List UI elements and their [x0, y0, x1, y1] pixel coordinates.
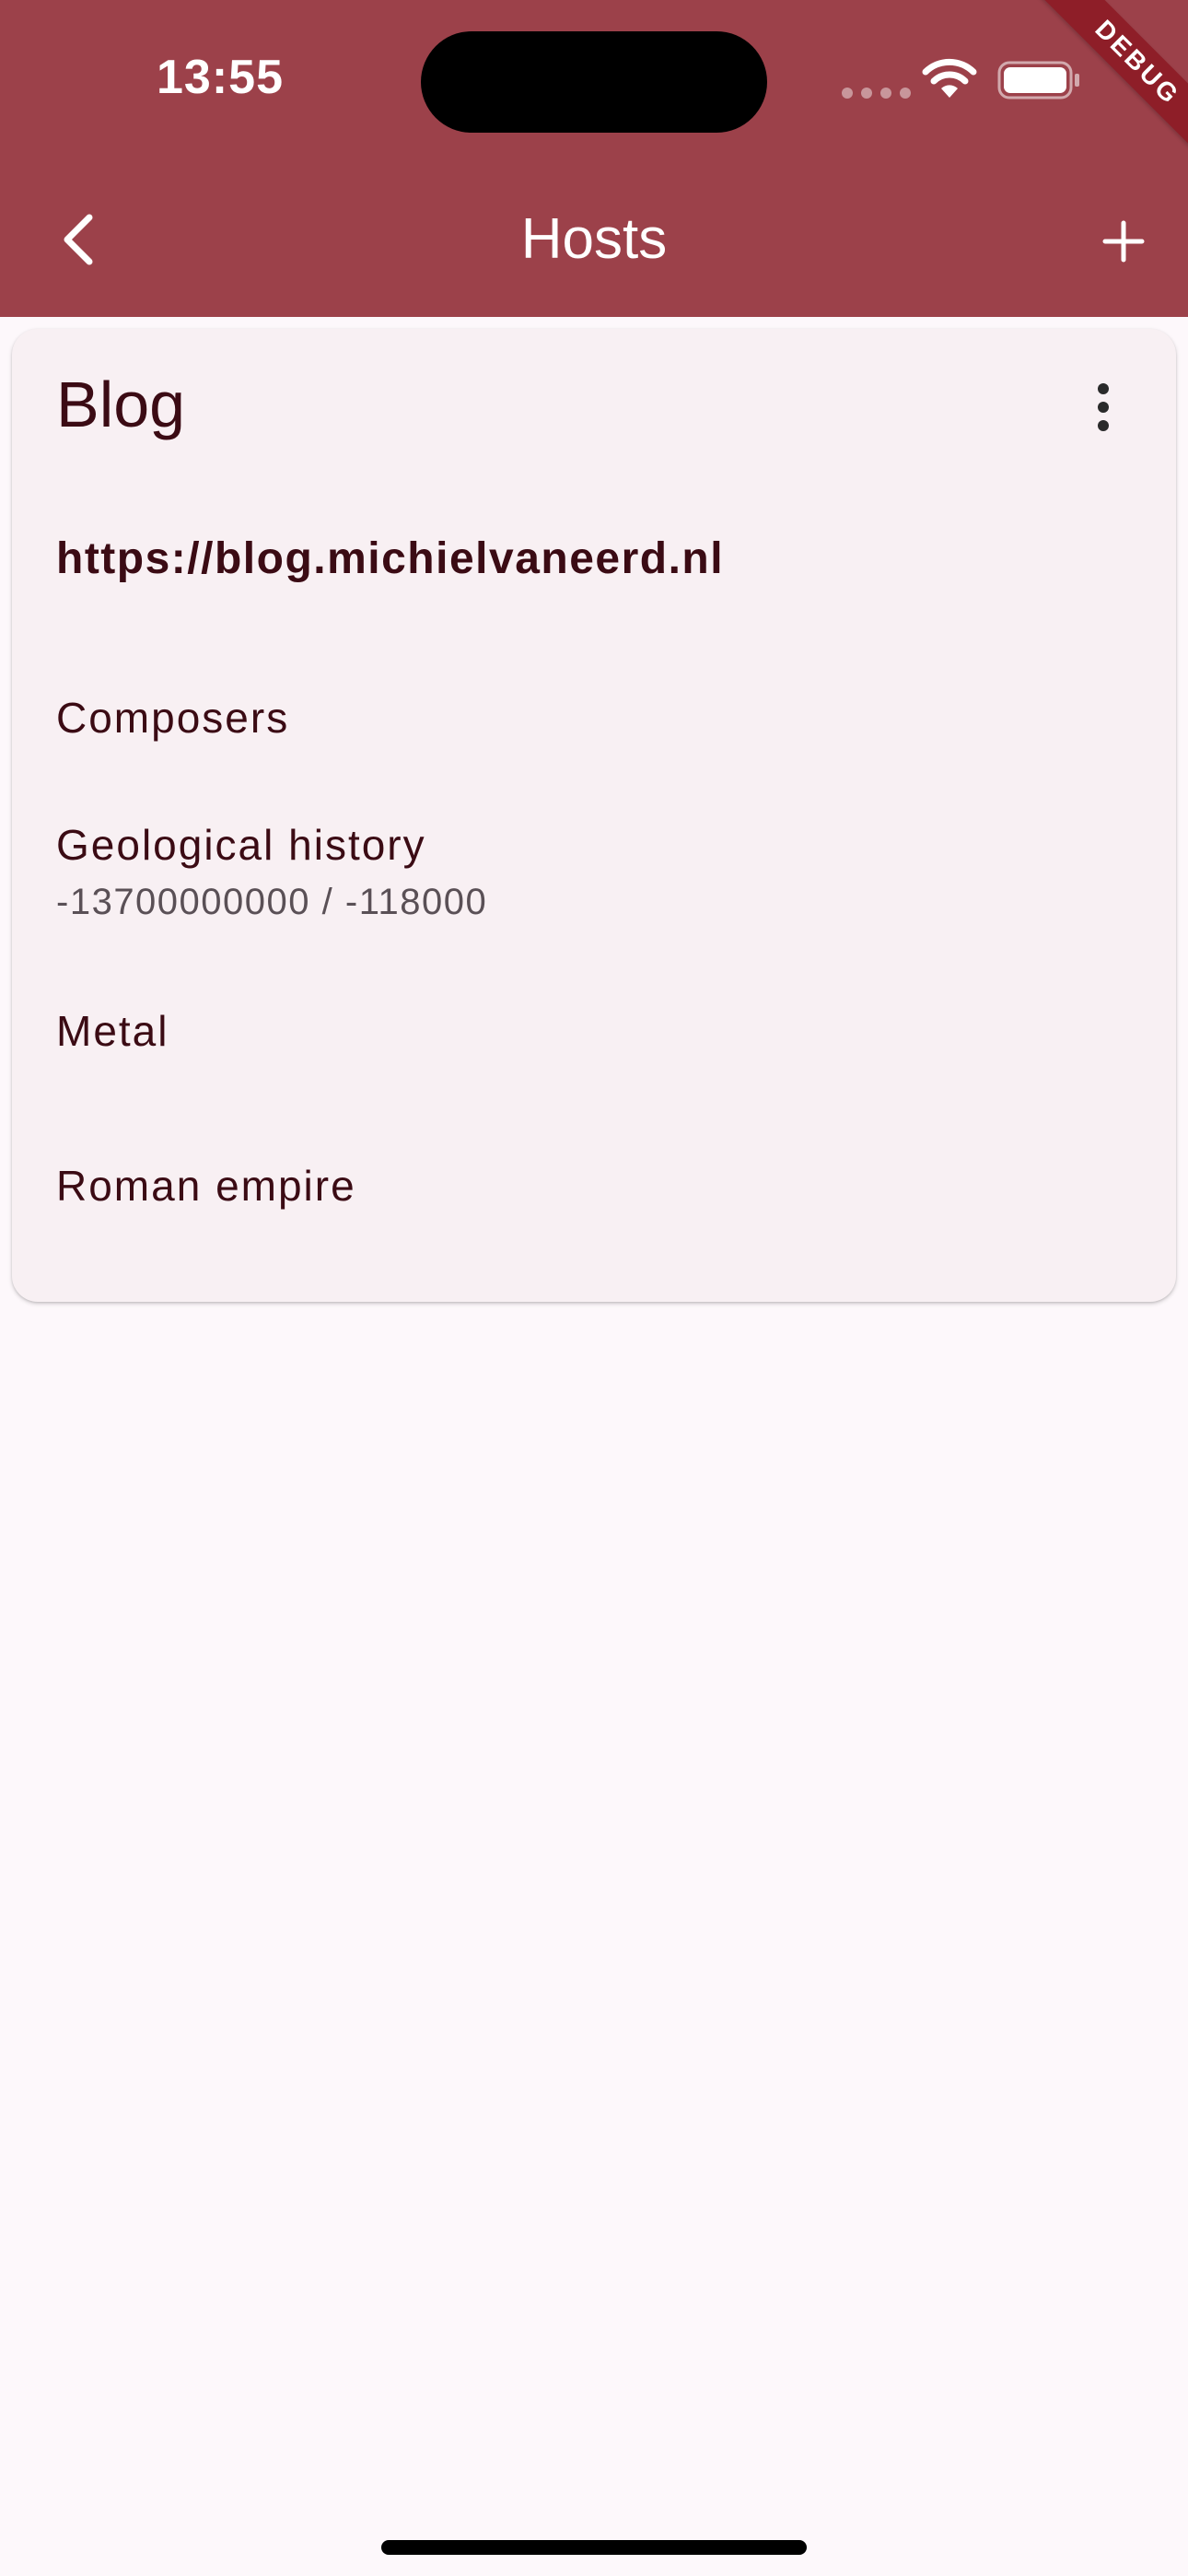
host-title: Blog	[56, 369, 186, 440]
dynamic-island	[421, 31, 767, 133]
host-card: Blog https://blog.michielvaneerd.nl Comp…	[12, 329, 1176, 1302]
plus-icon	[1102, 220, 1145, 263]
status-time: 13:55	[157, 51, 284, 104]
app-bar: 13:55 DEBUG Hosts	[0, 0, 1188, 317]
list-item-roman-empire[interactable]: Roman empire	[12, 1121, 1176, 1278]
list-item-composers[interactable]: Composers	[12, 661, 1176, 790]
list-item-label: Roman empire	[56, 1162, 356, 1210]
battery-icon	[997, 61, 1079, 100]
list-item-label: Composers	[56, 694, 290, 742]
cellular-signal-icon	[842, 88, 911, 99]
host-url: https://blog.michielvaneerd.nl	[56, 534, 725, 583]
home-indicator	[381, 2540, 807, 2555]
list-item-label: Geological history	[56, 821, 426, 869]
more-options-button[interactable]	[1080, 375, 1126, 439]
page-title: Hosts	[520, 207, 668, 271]
list-item-subtitle: -13700000000 / -118000	[56, 882, 488, 922]
list-item-metal[interactable]: Metal	[12, 965, 1176, 1121]
wifi-icon	[922, 58, 977, 98]
more-vertical-icon	[1098, 383, 1109, 394]
add-host-button[interactable]	[1087, 205, 1160, 278]
list-item-label: Metal	[56, 1007, 169, 1055]
list-item-geological-history[interactable]: Geological history -13700000000 / -11800…	[12, 790, 1176, 965]
